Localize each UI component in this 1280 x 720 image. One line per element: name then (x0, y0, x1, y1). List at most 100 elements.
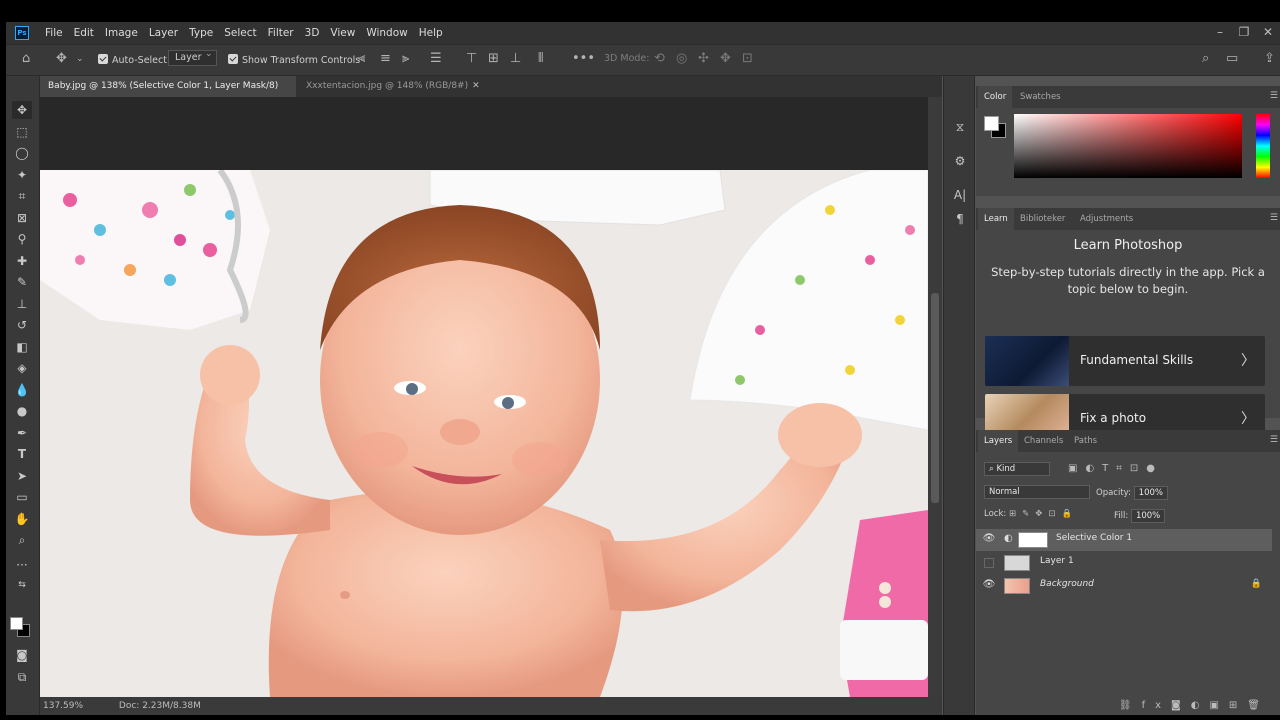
layer-mask-thumbnail[interactable] (1018, 532, 1048, 548)
history-panel-icon[interactable]: ⧖ (952, 120, 968, 136)
panel-menu-icon[interactable]: ☰ (1270, 91, 1278, 101)
3d-rotate-icon[interactable]: ⟲ (654, 51, 665, 66)
visibility-eye-icon[interactable]: 👁 (982, 533, 996, 547)
foreground-swatch[interactable] (984, 116, 999, 131)
canvas-area[interactable] (40, 97, 928, 697)
3d-roll-icon[interactable]: ◎ (676, 51, 687, 66)
magic-wand-tool-icon[interactable]: ✦ (12, 166, 32, 184)
restore-icon[interactable]: ❐ (1232, 22, 1256, 44)
rectangle-tool-icon[interactable]: ▭ (12, 488, 32, 506)
tab-swatches[interactable]: Swatches (1014, 86, 1067, 108)
menu-select[interactable]: Select (224, 27, 256, 39)
lasso-tool-icon[interactable]: ◯ (12, 144, 32, 162)
color-field[interactable] (1014, 114, 1242, 178)
character-panel-icon[interactable]: A| (952, 188, 968, 204)
tool-preset-chevron-icon[interactable]: ⌄ (76, 54, 84, 64)
opacity-value[interactable]: 100% (1133, 486, 1168, 500)
vertical-scrollbar[interactable] (928, 97, 942, 697)
edit-toolbar-icon[interactable]: ··· (12, 556, 32, 574)
tab-paths[interactable]: Paths (1068, 430, 1103, 452)
crop-tool-icon[interactable]: ⌗ (12, 187, 32, 205)
screen-mode-icon[interactable]: ⧉ (12, 668, 32, 686)
menu-file[interactable]: File (45, 27, 63, 39)
3d-camera-icon[interactable]: ⊡ (742, 51, 753, 66)
layer-filter-dropdown[interactable]: ⌕ Kind (984, 462, 1050, 476)
foreground-color-swatch[interactable] (10, 617, 23, 630)
fill-value[interactable]: 100% (1130, 509, 1166, 523)
tab-biblioteker[interactable]: Biblioteker (1014, 208, 1071, 230)
align-right-icon[interactable]: ⫸ (402, 51, 409, 66)
layer-name[interactable]: Layer 1 (1040, 556, 1074, 566)
layer-name[interactable]: Selective Color 1 (1056, 533, 1132, 543)
healing-brush-tool-icon[interactable]: ✚ (12, 252, 32, 270)
tab-channels[interactable]: Channels (1018, 430, 1069, 452)
eraser-tool-icon[interactable]: ◧ (12, 338, 32, 356)
brush-tool-icon[interactable]: ✎ (12, 273, 32, 291)
more-options-icon[interactable]: ••• (572, 51, 595, 66)
layer-row-selective-color[interactable]: 👁 ◐ Selective Color 1 (976, 529, 1272, 551)
layer-row-layer-1[interactable]: Layer 1 (976, 552, 1272, 574)
frame-tool-icon[interactable]: ⊠ (12, 209, 32, 227)
document-tab-xxxtentacion[interactable]: Xxxtentacion.jpg @ 148% (RGB/8#) ✕ (298, 76, 488, 97)
layer-name[interactable]: Background (1040, 579, 1094, 589)
move-tool-icon[interactable]: ✥ (56, 51, 67, 66)
history-brush-tool-icon[interactable]: ↺ (12, 316, 32, 334)
menu-3d[interactable]: 3D (305, 27, 320, 39)
path-selection-tool-icon[interactable]: ➤ (12, 467, 32, 485)
close-tab-icon[interactable]: ✕ (472, 81, 480, 91)
dodge-tool-icon[interactable]: ● (12, 402, 32, 420)
panel-menu-icon[interactable]: ☰ (1270, 435, 1278, 445)
paint-bucket-tool-icon[interactable]: ◈ (12, 359, 32, 377)
menu-type[interactable]: Type (189, 27, 213, 39)
close-icon[interactable]: ✕ (1256, 22, 1280, 44)
blur-tool-icon[interactable]: 💧 (12, 381, 32, 399)
hue-slider[interactable] (1256, 114, 1270, 178)
align-bottom-icon[interactable]: ⊥ (510, 51, 521, 66)
quick-mask-icon[interactable]: ◙ (12, 646, 32, 664)
home-icon[interactable]: ⌂ (22, 51, 30, 66)
align-middle-icon[interactable]: ⊞ (488, 51, 499, 66)
align-left-icon[interactable]: ⫷ (358, 51, 365, 66)
menu-window[interactable]: Window (366, 27, 407, 39)
eyedropper-tool-icon[interactable]: ⚲ (12, 230, 32, 248)
distribute-icon[interactable]: ☰ (430, 51, 442, 66)
clone-stamp-tool-icon[interactable]: ⊥ (12, 295, 32, 313)
tab-learn[interactable]: Learn (978, 208, 1014, 230)
3d-pan-icon[interactable]: ✣ (698, 51, 709, 66)
3d-slide-icon[interactable]: ✥ (720, 51, 731, 66)
marquee-tool-icon[interactable]: ⬚ (12, 123, 32, 141)
search-icon[interactable]: ⌕ (1202, 51, 1209, 66)
opacity-control[interactable]: Opacity: 100% (1096, 486, 1168, 500)
lock-icons[interactable]: ⊞✎✥⊡🔒 (1009, 509, 1078, 519)
properties-panel-icon[interactable]: ⚙ (952, 154, 968, 170)
layers-bottom-toolbar[interactable]: ⛓fx◙◐▣⊞🗑 (1119, 700, 1270, 711)
move-tool-icon[interactable]: ✥ (12, 101, 32, 119)
swap-colors-icon[interactable]: ⇆ (12, 576, 32, 594)
pen-tool-icon[interactable]: ✒ (12, 424, 32, 442)
show-transform-controls-checkbox[interactable]: Show Transform Controls (228, 53, 360, 66)
paragraph-panel-icon[interactable]: ¶ (952, 212, 968, 228)
tab-layers[interactable]: Layers (978, 430, 1019, 452)
layer-row-background[interactable]: 👁 Background 🔒 (976, 575, 1272, 597)
visibility-eye-icon[interactable]: 👁 (982, 579, 996, 593)
blend-mode-dropdown[interactable]: Normal (984, 485, 1090, 499)
document-tab-baby[interactable]: Baby.jpg @ 138% (Selective Color 1, Laye… (40, 76, 296, 112)
menu-edit[interactable]: Edit (74, 27, 94, 39)
share-icon[interactable]: ⇪ (1264, 51, 1275, 66)
visibility-toggle-empty[interactable] (984, 558, 994, 568)
type-tool-icon[interactable]: T (12, 445, 32, 463)
distribute-vertical-icon[interactable]: ⫴ (538, 51, 543, 66)
card-fundamental-skills[interactable]: Fundamental Skills 〉 (985, 336, 1265, 386)
zoom-tool-icon[interactable]: ⌕ (12, 531, 32, 549)
menu-filter[interactable]: Filter (268, 27, 294, 39)
tab-color[interactable]: Color (978, 86, 1013, 108)
menu-view[interactable]: View (330, 27, 355, 39)
fill-control[interactable]: Fill: 100% (1114, 509, 1166, 523)
menu-help[interactable]: Help (419, 27, 443, 39)
minimize-icon[interactable]: – (1208, 22, 1232, 44)
scrollbar-thumb[interactable] (931, 293, 939, 503)
tab-adjustments[interactable]: Adjustments (1074, 208, 1139, 230)
auto-select-checkbox[interactable]: Auto-Select: (98, 53, 170, 66)
menu-image[interactable]: Image (105, 27, 138, 39)
align-top-icon[interactable]: ⊤ (466, 51, 477, 66)
